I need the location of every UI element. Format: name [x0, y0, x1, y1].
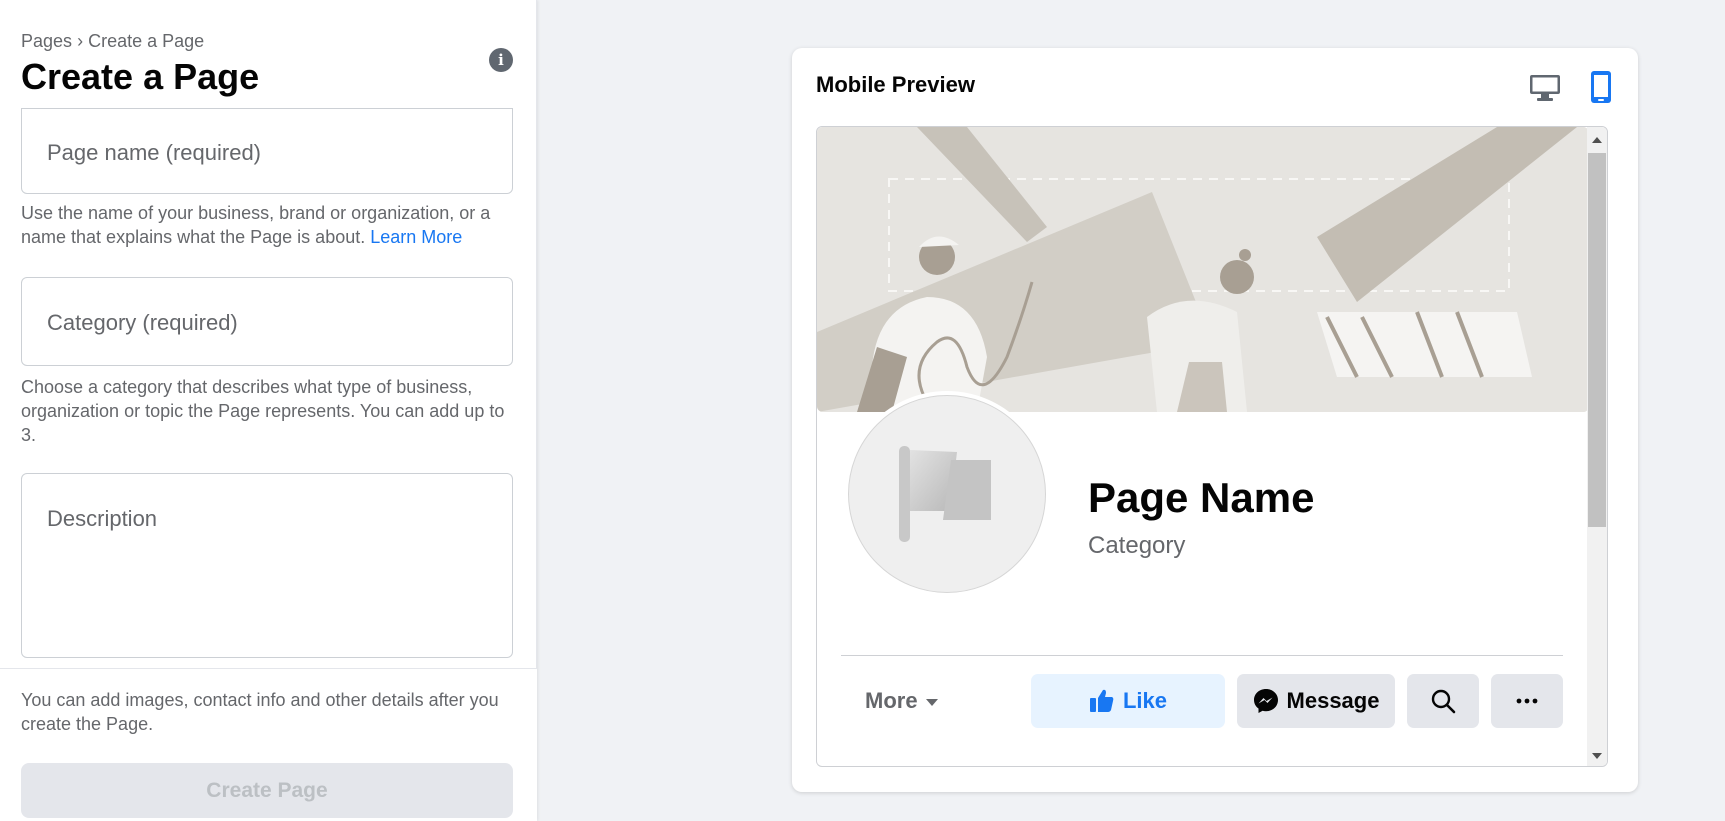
category-placeholder: Category (required)	[47, 310, 238, 335]
info-icon[interactable]: i	[489, 48, 513, 72]
flag-icon	[899, 446, 991, 542]
description-placeholder: Description	[47, 506, 158, 531]
breadcrumb-current: Create a Page	[88, 31, 205, 51]
scroll-up-arrow-icon[interactable]	[1592, 137, 1602, 143]
preview-category: Category	[1088, 532, 1186, 559]
preview-title: Mobile Preview	[816, 72, 975, 97]
category-help: Choose a category that describes what ty…	[21, 377, 505, 445]
learn-more-link[interactable]: Learn More	[370, 227, 462, 247]
more-dots-icon	[1516, 698, 1538, 704]
message-label: Message	[1286, 688, 1380, 713]
avatar	[848, 395, 1046, 593]
like-button[interactable]: Like	[1031, 674, 1225, 728]
footer: You can add images, contact info and oth…	[0, 668, 537, 821]
breadcrumb-separator: ›	[77, 31, 84, 51]
divider	[841, 655, 1563, 656]
desktop-icon[interactable]	[1528, 70, 1562, 104]
description-textarea[interactable]: Description	[21, 473, 513, 658]
page-name-help: Use the name of your business, brand or …	[21, 201, 516, 249]
message-button[interactable]: Message	[1237, 674, 1395, 728]
caret-down-icon	[925, 698, 938, 706]
search-icon	[1431, 689, 1456, 714]
breadcrumb-pages[interactable]: Pages	[21, 31, 72, 51]
messenger-icon	[1253, 689, 1278, 713]
create-page-button[interactable]: Create Page	[21, 763, 513, 818]
preview-card: Mobile Preview Page Name Category More L…	[792, 48, 1638, 792]
page-name-input[interactable]: Page name (required)	[21, 108, 513, 194]
like-label: Like	[1122, 688, 1168, 713]
more-options-button[interactable]	[1491, 674, 1563, 728]
page-name-placeholder: Page name (required)	[47, 140, 262, 165]
more-label: More	[865, 688, 918, 713]
mobile-preview-frame: Page Name Category More Like Message	[816, 126, 1608, 767]
preview-page-name: Page Name	[1088, 474, 1315, 521]
mobile-icon[interactable]	[1584, 70, 1618, 104]
left-panel: Pages › Create a Page Create a Page i Pa…	[0, 0, 537, 821]
more-tab[interactable]: More	[865, 688, 938, 714]
search-button[interactable]	[1407, 674, 1479, 728]
breadcrumb: Pages › Create a Page	[21, 31, 204, 52]
page-title: Create a Page	[21, 56, 260, 97]
preview-scrollbar[interactable]	[1587, 127, 1607, 766]
category-input[interactable]: Category (required)	[21, 277, 513, 366]
thumbs-up-icon	[1089, 689, 1114, 712]
cover-illustration	[817, 127, 1589, 412]
footer-note: You can add images, contact info and oth…	[21, 690, 499, 734]
scroll-down-arrow-icon[interactable]	[1592, 753, 1602, 759]
scroll-thumb[interactable]	[1588, 153, 1606, 527]
